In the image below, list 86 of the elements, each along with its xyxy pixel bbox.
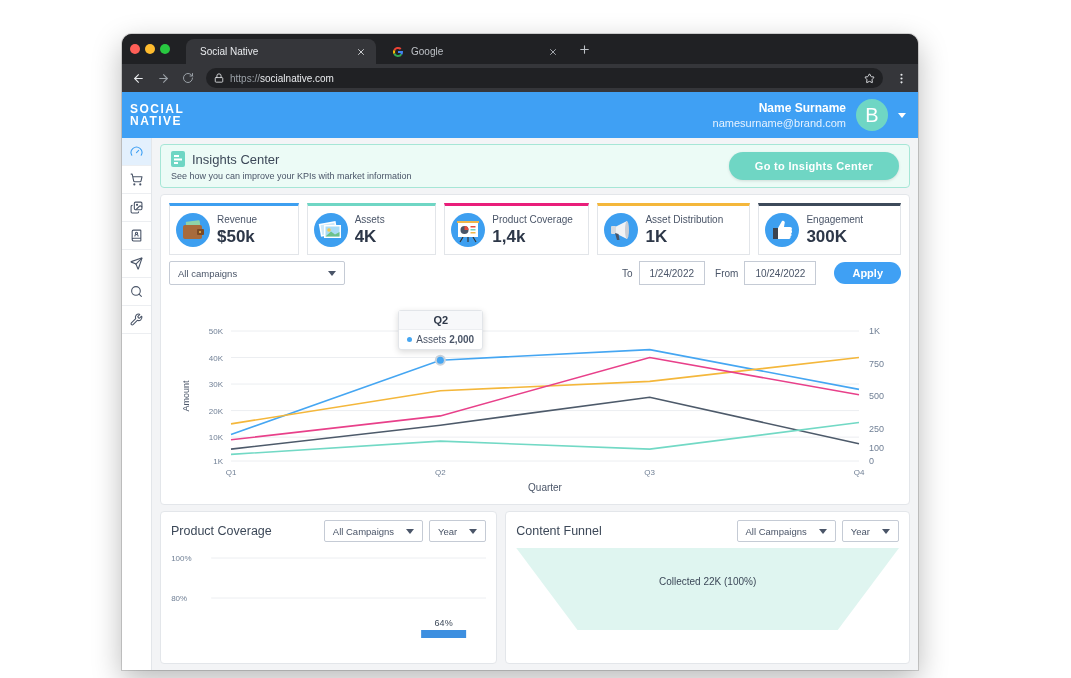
axis-tick-label: 250 <box>869 423 885 434</box>
axis-title: Quarter <box>528 482 562 493</box>
highlight-point <box>434 354 446 366</box>
kpi-label: Asset Distribution <box>645 213 724 225</box>
kpi-value: 1K <box>645 226 669 247</box>
bar-value-label: 64% <box>434 618 453 628</box>
axis-tick-label: 1K <box>213 457 223 466</box>
close-window-icon[interactable] <box>130 44 140 54</box>
axis-tick-label: 500 <box>869 391 885 401</box>
axis-tick-label: 0 <box>869 456 874 466</box>
maximize-window-icon[interactable] <box>160 44 170 54</box>
axis-tick-label: 100 <box>869 443 885 453</box>
plus-icon[interactable] <box>578 42 591 56</box>
forward-arrow-icon[interactable] <box>157 71 170 85</box>
panel-title: Content Funnel <box>516 524 602 538</box>
caret-icon <box>469 528 478 534</box>
date-field[interactable]: 1/24/2022 <box>638 261 706 285</box>
minimize-window-icon[interactable] <box>145 44 155 54</box>
axis-tick-label: 50K <box>208 327 223 336</box>
kpi-label: Engagement <box>806 213 864 225</box>
images-icon <box>130 201 143 214</box>
contact-book-icon <box>130 229 143 242</box>
panel-title: Product Coverage <box>171 524 272 538</box>
tooltip-value: Assets 2,000 <box>416 334 475 346</box>
axis-tick-label: 40K <box>208 353 223 363</box>
close-tab-icon[interactable] <box>356 46 366 57</box>
easel-chart-icon <box>451 213 486 247</box>
axis-tick-label: Q2 <box>435 468 446 477</box>
axis-tick-label: 10K <box>208 433 223 443</box>
logo: SOCIAL NATIVE <box>130 103 185 127</box>
gauge-icon <box>130 145 143 158</box>
filter-dropdown[interactable]: All Campaigns <box>736 520 836 542</box>
kpi-value: $50k <box>217 226 256 247</box>
filter-dropdown[interactable]: All Campaigns <box>323 520 424 542</box>
banner-subtitle: See how you can improve your KPIs with market information <box>171 171 412 181</box>
wrench-icon <box>130 313 143 326</box>
address-bar[interactable]: https://socialnative.com <box>206 68 883 88</box>
axis-tick-label: Q4 <box>853 468 865 477</box>
thumbs-up-icon <box>765 213 800 247</box>
axis-tick-label: 100% <box>171 554 192 563</box>
kpi-label: Revenue <box>217 213 258 225</box>
list-icon <box>171 151 185 167</box>
funnel-label: Collected 22K (100%) <box>659 576 757 587</box>
browser-tab[interactable]: Google <box>378 39 568 64</box>
user-email: namesurname@brand.com <box>712 117 846 129</box>
search-icon <box>130 285 143 298</box>
campaign-dropdown[interactable]: All campaigns <box>169 261 345 285</box>
kpi-value: 1,4k <box>492 226 527 247</box>
kpi-label: Product Coverage <box>492 213 573 225</box>
axis-tick-label: 80% <box>171 594 188 603</box>
bar <box>421 630 467 638</box>
axis-tick-label: Q3 <box>644 468 655 477</box>
axis-title: Amount <box>181 380 191 412</box>
back-arrow-icon[interactable] <box>132 71 145 85</box>
close-tab-icon[interactable] <box>548 46 558 57</box>
caret-icon[interactable] <box>898 112 906 118</box>
browser-tab[interactable]: Social Native <box>186 39 376 64</box>
axis-tick-label: Q1 <box>225 468 237 477</box>
kpi-value: 300K <box>806 226 849 247</box>
tooltip-title: Q2 <box>399 311 483 331</box>
axis-tick-label: 20K <box>208 406 223 416</box>
field-label: To <box>621 267 633 279</box>
paper-plane-icon <box>130 257 143 270</box>
caret-icon <box>406 528 415 534</box>
axis-tick-label: 30K <box>208 380 223 390</box>
axis-tick-label: 1K <box>869 326 880 336</box>
wallet-icon <box>176 213 210 247</box>
lock-icon <box>214 73 224 83</box>
kpi-label: Assets <box>354 213 385 225</box>
cart-icon <box>130 173 143 186</box>
filter-dropdown[interactable]: Year <box>429 520 487 542</box>
banner-title: Insights Center <box>192 151 280 167</box>
photos-icon <box>313 213 348 247</box>
megaphone-icon <box>604 213 639 247</box>
caret-icon <box>328 270 336 276</box>
favicon-icon <box>392 45 404 58</box>
axis-tick-label: 750 <box>869 358 885 369</box>
filter-dropdown[interactable]: Year <box>841 520 899 542</box>
kpi-value: 4K <box>354 226 378 247</box>
date-field[interactable]: 10/24/2022 <box>744 261 817 285</box>
caret-icon <box>882 528 890 534</box>
reload-icon[interactable] <box>182 72 194 84</box>
caret-icon <box>818 528 827 534</box>
field-label: From <box>715 267 739 279</box>
user-name: Name Surname <box>758 101 846 115</box>
star-icon[interactable] <box>864 72 875 84</box>
